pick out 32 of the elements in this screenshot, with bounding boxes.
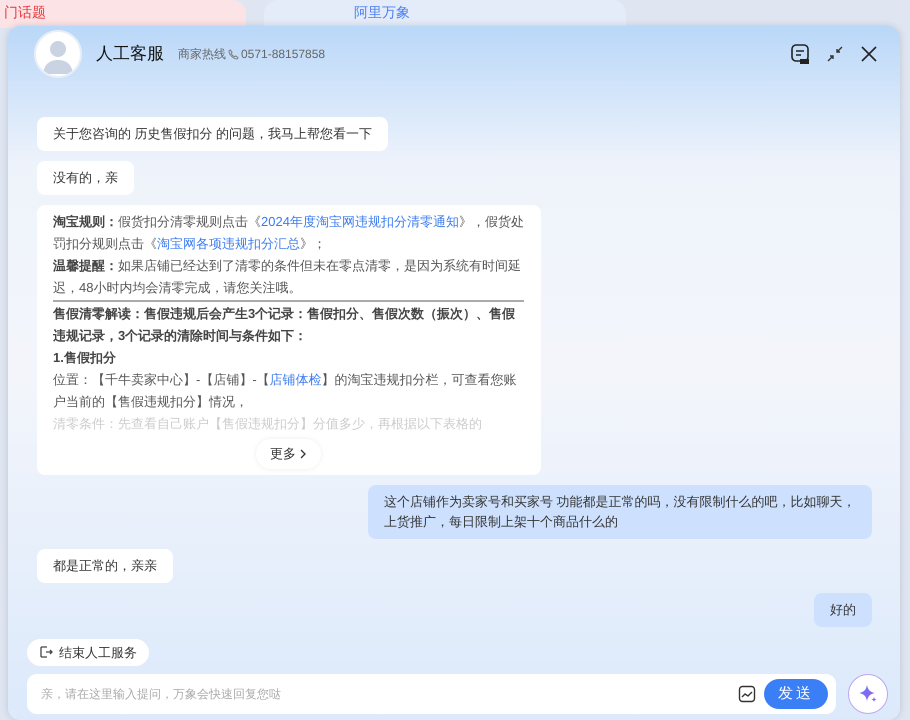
user-message: 好的 xyxy=(814,592,872,626)
agent-message: 没有的，亲 xyxy=(37,160,134,194)
rule-link[interactable]: 淘宝网各项违规扣分汇总 xyxy=(157,236,300,250)
rule-link[interactable]: 2024年度淘宝网违规扣分清零通知 xyxy=(261,214,459,228)
message-paragraph: 1.售假扣分 xyxy=(53,348,117,366)
user-message: 这个店铺作为卖家号和买家号 功能都是正常的吗，没有限制什么的吧，比如聊天，上货推广，每日限制上架十个商品什么的 xyxy=(368,484,872,538)
exit-icon xyxy=(39,645,53,660)
avatar-silhouette xyxy=(34,30,82,78)
chat-record-icon[interactable] xyxy=(790,43,810,65)
collapse-icon[interactable] xyxy=(826,45,844,63)
hotline-number: 0571-88157858 xyxy=(241,46,326,63)
send-button[interactable]: 发送 xyxy=(764,678,828,710)
sparkle-icon xyxy=(858,684,878,704)
end-service-button[interactable]: 结束人工服务 xyxy=(27,638,149,666)
rule-link[interactable]: 店铺体检 xyxy=(270,372,322,386)
chevron-icon xyxy=(299,449,307,460)
image-icon[interactable] xyxy=(738,685,756,703)
message-paragraph: 售假清零解读：售假违规后会产生3个记录：售假扣分、售假次数（振次）、售假违规记录，3个记录的清除时间与条件如下： xyxy=(53,304,516,344)
background-tab[interactable]: 阿里万象 xyxy=(264,0,626,28)
hotline-label: 商家热线 xyxy=(178,46,226,63)
background-tab[interactable]: 门话题 xyxy=(0,0,246,28)
close-icon[interactable] xyxy=(860,45,878,63)
message-paragraph: 位置：【千牛卖家中心】-【店铺】-【店铺体检】的淘宝违规扣分栏，可查看您账户当前的【售假违规扣分】情况， xyxy=(53,370,518,410)
message-paragraph: 温馨提醒：如果店铺已经达到了清零的条件但未在零点清零，是因为系统有时间延迟，48小时内均会清零完成，请您关注哦。 xyxy=(53,256,522,296)
agent-message: 关于您咨询的 历史售假扣分 的问题，我马上帮您看一下 xyxy=(37,116,388,150)
question-input-field[interactable]: 亲，请在这里输入提问，万象会快速回复您哒 发送 xyxy=(27,674,836,714)
more-button[interactable]: 更多 xyxy=(256,438,321,468)
agent-message: 都是正常的，亲亲 xyxy=(37,548,173,582)
message-paragraph: 淘宝规则：假货扣分清零规则点击《2024年度淘宝网违规扣分清零通知》，假货处罚扣分规则点击《淘宝网各项违规扣分汇总》； xyxy=(53,212,524,252)
phone-icon xyxy=(228,48,239,60)
agent-title: 人工客服 xyxy=(96,43,164,66)
assistant-button[interactable] xyxy=(848,674,888,714)
